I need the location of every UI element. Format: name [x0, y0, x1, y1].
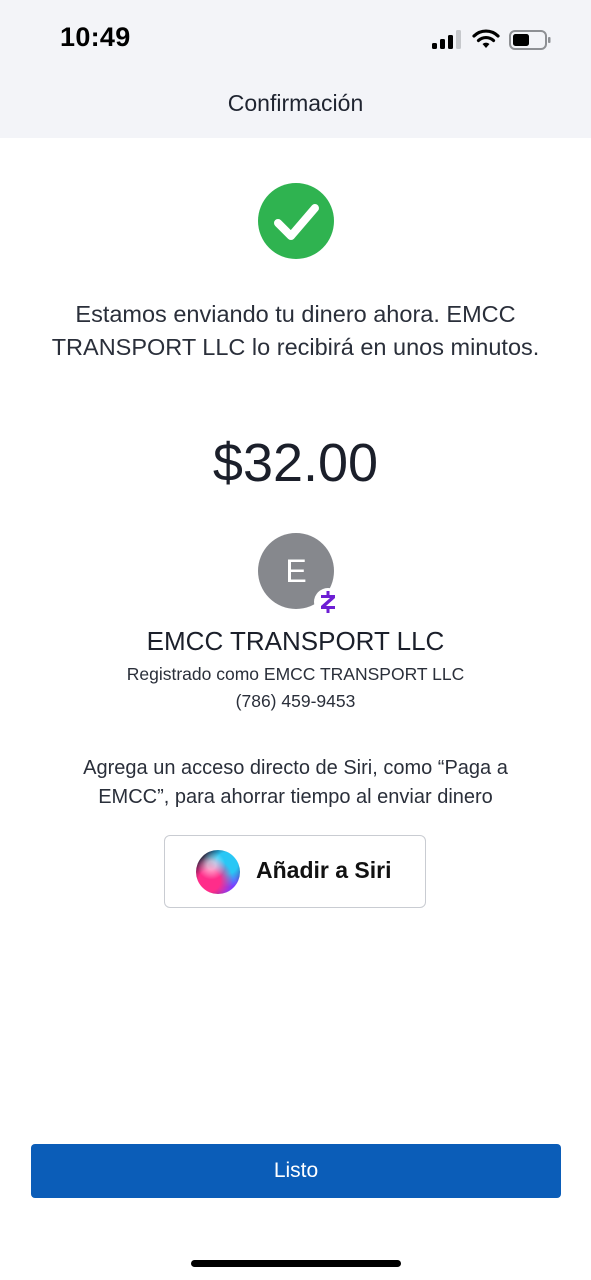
- amount-sent: $32.00: [212, 433, 379, 493]
- add-to-siri-button[interactable]: Añadir a Siri: [164, 835, 426, 908]
- zelle-icon: [314, 588, 342, 616]
- siri-icon: [196, 850, 240, 894]
- check-circle-icon: [258, 183, 334, 259]
- avatar-initial: E: [285, 553, 307, 589]
- done-button-label: Listo: [273, 1159, 319, 1182]
- siri-shortcut-prompt: Agrega un acceso directo de Siri, como “…: [83, 757, 508, 808]
- recipient-phone: (786) 459-9453: [235, 691, 356, 711]
- cellular-signal-icon: [432, 30, 462, 49]
- status-time: 10:49: [60, 22, 131, 52]
- home-indicator[interactable]: [191, 1260, 401, 1267]
- confirmation-message: Estamos enviando tu dinero ahora. EMCC T…: [51, 301, 540, 360]
- navigation-bar: Confirmación: [0, 76, 591, 138]
- status-bar: 10:49: [0, 0, 591, 76]
- recipient-name: EMCC TRANSPORT LLC: [146, 626, 445, 656]
- wifi-icon: [472, 29, 500, 48]
- page-title: Confirmación: [227, 90, 364, 116]
- add-to-siri-label: Añadir a Siri: [256, 857, 392, 883]
- recipient-registered-name: Registrado como EMCC TRANSPORT LLC: [126, 664, 465, 684]
- battery-icon: [509, 30, 551, 50]
- done-button[interactable]: Listo: [31, 1144, 561, 1198]
